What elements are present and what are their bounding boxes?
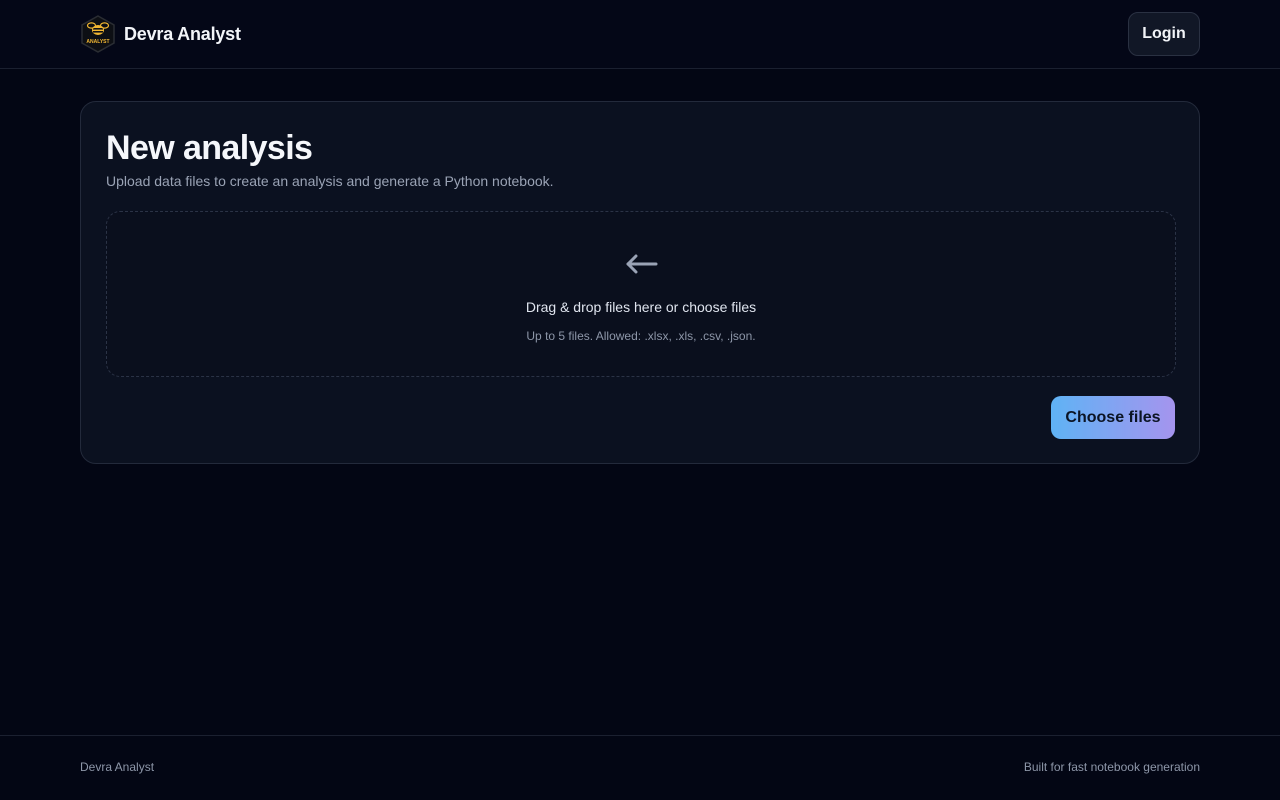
login-button[interactable]: Login (1128, 12, 1200, 56)
page-subtitle: Upload data files to create an analysis … (106, 173, 554, 189)
dropzone-instructions: Drag & drop files here or choose files (525, 299, 757, 315)
bee-icon: ANALYST (81, 15, 115, 53)
new-analysis-card: New analysis Upload data files to create… (80, 101, 1200, 464)
logo-wordmark: ANALYST (86, 39, 109, 45)
footer-brand: Devra Analyst (80, 760, 155, 774)
brand-name: Devra Analyst (124, 23, 241, 44)
brand[interactable]: ANALYST Devra Analyst (80, 14, 241, 54)
footer-tagline: Built for fast notebook generation (1023, 760, 1200, 774)
file-dropzone[interactable]: Drag & drop files here or choose files U… (106, 211, 1176, 377)
arrow-left-icon (626, 254, 658, 274)
dropzone-file-limits: Up to 5 files. Allowed: .xlsx, .xls, .cs… (526, 329, 756, 343)
page-title: New analysis (106, 129, 313, 167)
top-header: ANALYST Devra Analyst Login (0, 0, 1280, 69)
page-footer: Devra Analyst Built for fast notebook ge… (0, 735, 1280, 800)
choose-files-button[interactable]: Choose files (1051, 396, 1175, 439)
